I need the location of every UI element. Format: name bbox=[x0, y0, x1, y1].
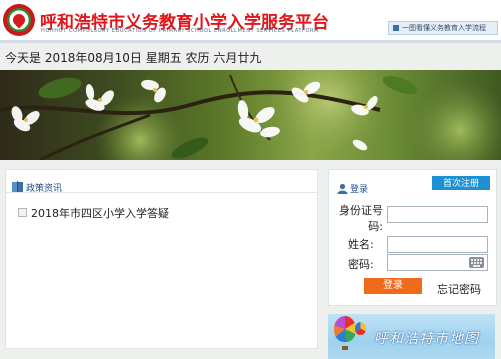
id-number-label: 身份证号 码: bbox=[339, 202, 383, 234]
policy-header: 政策资讯 bbox=[12, 176, 62, 194]
balloon-basket bbox=[342, 346, 348, 350]
name-input[interactable] bbox=[387, 236, 488, 253]
login-title: 登录 bbox=[350, 185, 369, 195]
hero-banner bbox=[0, 70, 501, 160]
login-panel: 登录 首次注册 身份证号 码: 姓名: 密码: 登录 忘记密码 bbox=[328, 169, 497, 306]
site-subtitle: HOHHOT COMPULSORY EDUCATION OF PRIMARY S… bbox=[41, 28, 320, 34]
name-label: 姓名: bbox=[348, 238, 374, 251]
logo-emblem-icon bbox=[10, 11, 28, 29]
id-number-input[interactable] bbox=[387, 206, 488, 223]
policy-panel: 政策资讯 2018年市四区小学入学答疑 bbox=[5, 169, 318, 349]
id-number-label-line1: 身份证号 bbox=[339, 204, 383, 217]
first-register-button[interactable]: 首次注册 bbox=[432, 176, 490, 190]
site-header: 呼和浩特市义务教育小学入学服务平台 HOHHOT COMPULSORY EDUC… bbox=[0, 0, 501, 40]
news-item-label: 2018年市四区小学入学答疑 bbox=[31, 207, 169, 220]
password-input[interactable] bbox=[387, 254, 488, 271]
enrollment-flow-link[interactable]: 一图看懂义务教育入学流程 bbox=[388, 21, 498, 35]
keyboard-icon[interactable] bbox=[469, 257, 484, 268]
user-icon bbox=[337, 183, 348, 194]
square-icon bbox=[393, 24, 399, 31]
forgot-password-link[interactable]: 忘记密码 bbox=[437, 281, 481, 297]
bullet-icon bbox=[18, 208, 27, 217]
hot-air-balloon-icon bbox=[334, 316, 356, 342]
login-header: 登录 bbox=[337, 177, 368, 196]
login-button[interactable]: 登录 bbox=[364, 278, 422, 294]
enrollment-flow-label: 一图看懂义务教育入学流程 bbox=[402, 24, 486, 32]
header-divider bbox=[0, 40, 501, 43]
policy-divider bbox=[6, 192, 317, 193]
city-map-banner[interactable]: 呼和浩特市地图 bbox=[328, 314, 495, 359]
password-label: 密码: bbox=[348, 258, 374, 271]
flower-photo bbox=[0, 70, 501, 160]
site-logo[interactable] bbox=[3, 4, 35, 36]
date-line: 今天是 2018年08月10日 星期五 农历 六月廿九 bbox=[5, 51, 262, 65]
small-balloon-icon bbox=[355, 322, 366, 335]
list-item[interactable]: 2018年市四区小学入学答疑 bbox=[18, 205, 169, 221]
city-map-text: 呼和浩特市地图 bbox=[374, 331, 479, 347]
id-number-label-line2: 码: bbox=[368, 220, 383, 233]
